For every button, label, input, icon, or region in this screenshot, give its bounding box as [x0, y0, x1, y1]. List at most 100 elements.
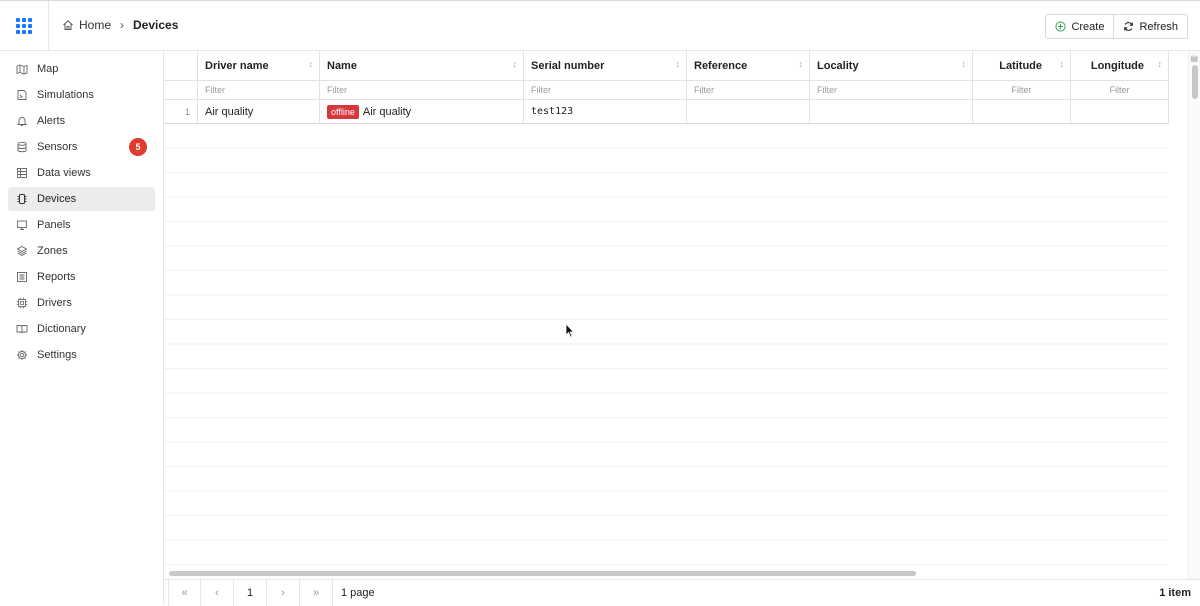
sort-icon[interactable]: ↕ — [676, 60, 681, 69]
column-header-latitude[interactable]: Latitude ↕ — [973, 51, 1071, 80]
column-header-label: Locality — [817, 59, 859, 72]
apps-grid-icon — [16, 18, 32, 34]
sidebar-item-label: Devices — [37, 193, 77, 205]
layers-icon — [16, 245, 28, 257]
filter-placeholder: Filter — [531, 85, 551, 95]
sort-icon[interactable]: ↕ — [799, 60, 804, 69]
filter-longitude[interactable]: Filter — [1071, 81, 1169, 99]
next-page-button[interactable]: › — [267, 579, 300, 606]
home-icon — [63, 20, 73, 30]
sidebar-item-map[interactable]: Map — [8, 57, 155, 81]
sidebar-item-label: Sensors — [37, 141, 78, 153]
page-number-button[interactable]: 1 — [234, 579, 267, 606]
filter-name[interactable]: Filter — [320, 81, 524, 99]
column-header-longitude[interactable]: Longitude ↕ — [1071, 51, 1169, 80]
top-bar: Home › Devices Create Refresh — [0, 0, 1200, 51]
column-header-label: Name — [327, 59, 357, 72]
sidebar-item-label: Dictionary — [37, 323, 86, 335]
sort-icon[interactable]: ↕ — [1158, 60, 1163, 69]
gear-icon — [16, 349, 28, 361]
sidebar-item-zones[interactable]: Zones — [8, 239, 155, 263]
table-icon — [16, 167, 28, 179]
chip-icon — [16, 193, 28, 205]
column-header-label: Driver name — [205, 59, 269, 72]
sidebar-item-alerts[interactable]: Alerts — [8, 109, 155, 133]
filter-row: Filter Filter Filter Filter Filter Filte… — [164, 81, 1169, 100]
sidebar-item-dictionary[interactable]: Dictionary — [8, 317, 155, 341]
database-icon — [16, 141, 28, 153]
column-header-driver-name[interactable]: Driver name ↕ — [198, 51, 320, 80]
breadcrumb-home-link[interactable]: Home — [62, 18, 111, 32]
sidebar-item-data-views[interactable]: Data views — [8, 161, 155, 185]
sidebar-item-label: Map — [37, 63, 59, 75]
filter-latitude[interactable]: Filter — [973, 81, 1071, 99]
sidebar-item-label: Panels — [37, 219, 71, 231]
sidebar-item-label: Simulations — [37, 89, 94, 101]
column-header-label: Longitude — [1090, 59, 1144, 72]
longitude-cell[interactable] — [1071, 100, 1169, 123]
sort-icon[interactable]: ↕ — [1060, 60, 1065, 69]
sidebar-item-label: Zones — [37, 245, 68, 257]
column-header-name[interactable]: Name ↕ — [320, 51, 524, 80]
sort-icon[interactable]: ↕ — [309, 60, 314, 69]
sidebar-item-reports[interactable]: Reports — [8, 265, 155, 289]
vertical-scrollbar[interactable]: ▤ — [1188, 51, 1200, 579]
serial-number-cell[interactable]: test123 — [524, 100, 687, 123]
page-count: 1 page — [341, 586, 375, 599]
filter-placeholder: Filter — [694, 85, 714, 95]
reference-cell[interactable] — [687, 100, 810, 123]
report-icon — [16, 271, 28, 283]
column-header-reference[interactable]: Reference ↕ — [687, 51, 810, 80]
locality-cell[interactable] — [810, 100, 973, 123]
sidebar-item-drivers[interactable]: Drivers — [8, 291, 155, 315]
filter-locality[interactable]: Filter — [810, 81, 973, 99]
first-page-button[interactable]: « — [168, 579, 201, 606]
filter-placeholder: Filter — [1109, 85, 1130, 95]
filter-placeholder: Filter — [327, 85, 347, 95]
sidebar-item-settings[interactable]: Settings — [8, 343, 155, 367]
empty-grid-rows — [164, 124, 1168, 579]
sort-icon[interactable]: ↕ — [513, 60, 518, 69]
apps-menu-button[interactable] — [0, 1, 49, 51]
device-name: Air quality — [362, 105, 412, 118]
create-button-label: Create — [1071, 20, 1105, 33]
column-header-label: Latitude — [999, 59, 1042, 72]
column-header-serial-number[interactable]: Serial number ↕ — [524, 51, 687, 80]
horizontal-scroll-thumb[interactable] — [169, 571, 916, 576]
driver-name-cell[interactable]: Air quality — [198, 100, 320, 123]
horizontal-scrollbar[interactable] — [164, 567, 1200, 579]
name-cell[interactable]: offline Air quality — [320, 100, 524, 123]
previous-page-button[interactable]: ‹ — [201, 579, 234, 606]
sidebar-item-label: Settings — [37, 349, 77, 361]
sidebar-item-panels[interactable]: Panels — [8, 213, 155, 237]
sidebar-item-devices[interactable]: Devices — [8, 187, 155, 211]
sidebar: Map Simulations Alerts Sensors 5 Data vi… — [0, 51, 164, 605]
vertical-scroll-thumb[interactable] — [1192, 65, 1198, 99]
sidebar-item-sensors[interactable]: Sensors 5 — [8, 135, 155, 159]
refresh-icon — [1124, 22, 1134, 31]
sidebar-item-label: Alerts — [37, 115, 66, 127]
sidebar-item-label: Drivers — [37, 297, 72, 309]
last-page-button[interactable]: » — [300, 579, 333, 606]
devices-grid: Driver name ↕ Name ↕ Serial number ↕ Ref… — [164, 51, 1200, 579]
column-menu-icon[interactable]: ▤ — [1190, 54, 1198, 63]
chevron-right-icon: › — [120, 18, 125, 32]
filter-placeholder: Filter — [817, 85, 837, 95]
grid-header-row: Driver name ↕ Name ↕ Serial number ↕ Ref… — [164, 51, 1169, 81]
mouse-pointer-icon — [565, 323, 575, 338]
filter-serial-number[interactable]: Filter — [524, 81, 687, 99]
column-header-label: Serial number — [531, 59, 605, 72]
table-row[interactable]: 1 Air quality offline Air quality test12… — [164, 100, 1169, 124]
filter-reference[interactable]: Filter — [687, 81, 810, 99]
latitude-cell[interactable] — [973, 100, 1071, 123]
sort-icon[interactable]: ↕ — [962, 60, 967, 69]
refresh-button[interactable]: Refresh — [1114, 14, 1188, 39]
page-title: Devices — [133, 18, 179, 32]
pager: « ‹ 1 › » — [168, 579, 333, 606]
filter-placeholder: Filter — [1011, 85, 1032, 95]
plus-circle-icon — [1055, 21, 1067, 32]
filter-driver-name[interactable]: Filter — [198, 81, 320, 99]
create-button[interactable]: Create — [1045, 14, 1115, 39]
column-header-locality[interactable]: Locality ↕ — [810, 51, 973, 80]
sidebar-item-simulations[interactable]: Simulations — [8, 83, 155, 107]
